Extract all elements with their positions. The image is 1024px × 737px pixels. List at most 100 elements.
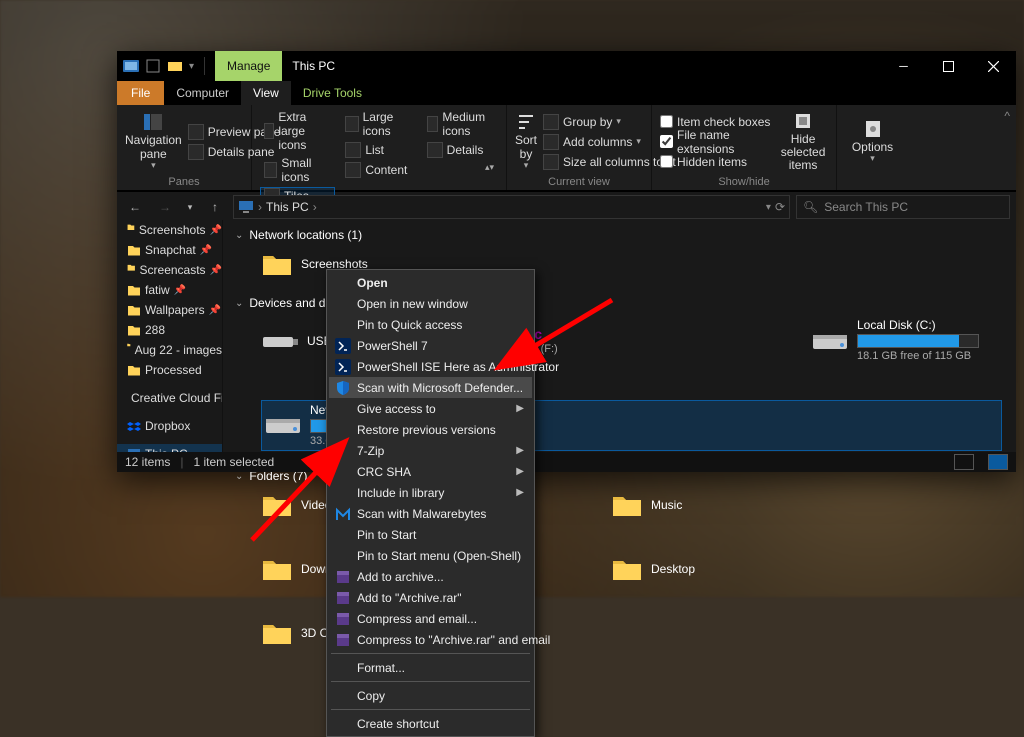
qat-new-folder-icon[interactable] (167, 58, 183, 74)
drive-icon (264, 411, 302, 439)
address-dropdown-icon[interactable]: ▾ (766, 202, 771, 213)
menu-item[interactable]: CRC SHA▶ (329, 461, 532, 482)
folder-icon (611, 491, 643, 519)
folder-icon (127, 303, 141, 317)
layout-extra-large[interactable]: Extra large icons (260, 109, 335, 153)
navigation-pane-button[interactable]: Navigation pane ▾ (125, 109, 182, 174)
hidden-items-toggle[interactable]: Hidden items (660, 153, 772, 171)
menu-item[interactable]: Add to "Archive.rar" (329, 587, 532, 608)
layout-small[interactable]: Small icons (260, 155, 335, 185)
layout-list[interactable]: List (341, 141, 416, 159)
chevron-down-icon: ⌄ (235, 471, 243, 482)
close-button[interactable] (971, 51, 1016, 81)
folder-icon (261, 250, 293, 278)
folder-icon (611, 555, 643, 583)
menu-item[interactable]: Restore previous versions (329, 419, 532, 440)
menu-item[interactable]: 7-Zip▶ (329, 440, 532, 461)
view-tiles-icon[interactable] (988, 454, 1008, 470)
menu-item[interactable]: Pin to Start menu (Open-Shell) (329, 545, 532, 566)
drive-icon (261, 327, 299, 355)
sortby-button[interactable]: Sort by▾ (515, 109, 537, 174)
address-bar[interactable]: › This PC › ▾ ⟳ (233, 195, 790, 219)
menu-item[interactable]: Open (329, 272, 532, 293)
menu-item[interactable]: Pin to Start (329, 524, 532, 545)
menu-label: Restore previous versions (357, 423, 496, 437)
menu-item[interactable]: PowerShell 7▶ (329, 335, 532, 356)
tree-label: Dropbox (145, 419, 190, 433)
menu-item[interactable]: Create shortcut (329, 713, 532, 734)
search-input[interactable]: 🔍︎ Search This PC (796, 195, 1010, 219)
context-tab: Manage (215, 51, 282, 81)
tree-node[interactable]: Dropbox (117, 416, 222, 436)
qat-properties-icon[interactable] (145, 58, 161, 74)
tree-label: Screencasts (140, 263, 206, 277)
menu-item[interactable]: Format... (329, 657, 532, 678)
tree-node[interactable]: Screenshots📌 (117, 220, 222, 240)
ribbon-tab-drivetools[interactable]: Drive Tools (291, 81, 374, 105)
view-details-icon[interactable] (954, 454, 974, 470)
folder-item[interactable]: Desktop (611, 555, 791, 583)
file-tab[interactable]: File (117, 81, 164, 105)
layout-details[interactable]: Details (423, 141, 498, 159)
tree-label: 288 (145, 323, 165, 337)
nav-tree[interactable]: Screenshots📌Snapchat📌Screencasts📌fatiw📌W… (117, 220, 223, 452)
menu-item[interactable]: Include in library▶ (329, 482, 532, 503)
minimize-button[interactable]: ─ (881, 51, 926, 81)
menu-label: Copy (357, 689, 385, 703)
qat-chevron-icon[interactable]: ▾ (189, 61, 194, 72)
menu-item[interactable]: Scan with Microsoft Defender... (329, 377, 532, 398)
menu-item[interactable]: Open in new window (329, 293, 532, 314)
menu-item[interactable]: Scan with Malwarebytes (329, 503, 532, 524)
mb-icon (335, 506, 351, 522)
breadcrumb[interactable]: This PC (266, 200, 309, 214)
hide-selected-button[interactable]: Hide selected items (778, 109, 828, 174)
menu-item[interactable]: PowerShell ISE Here as Administrator (329, 356, 532, 377)
tree-node[interactable]: 288 (117, 320, 222, 340)
pin-icon: 📌 (200, 245, 212, 256)
maximize-button[interactable] (926, 51, 971, 81)
menu-item[interactable]: Pin to Quick access (329, 314, 532, 335)
up-button[interactable]: ↑ (203, 195, 227, 219)
menu-item[interactable]: Compress to "Archive.rar" and email (329, 629, 532, 650)
submenu-arrow-icon: ▶ (516, 445, 524, 456)
menu-item[interactable]: Copy (329, 685, 532, 706)
back-button[interactable]: ← (123, 195, 147, 219)
recent-dropdown[interactable]: ▾ (183, 195, 197, 219)
item-label: Music (651, 498, 682, 512)
forward-button[interactable]: → (153, 195, 177, 219)
rar-icon (335, 590, 351, 606)
collapse-ribbon-icon[interactable]: ^ (1004, 109, 1010, 123)
menu-label: Include in library (357, 486, 444, 500)
tree-node[interactable]: fatiw📌 (117, 280, 222, 300)
menu-item[interactable]: Give access to▶ (329, 398, 532, 419)
menu-label: Open in new window (357, 297, 468, 311)
refresh-icon[interactable]: ⟳ (775, 200, 785, 214)
section-network[interactable]: ⌄Network locations (1) (223, 220, 1016, 246)
folder-icon (127, 343, 131, 357)
ribbon-tab-computer[interactable]: Computer (164, 81, 241, 105)
menu-label: Pin to Start (357, 528, 416, 542)
drive-item[interactable]: Local Disk (C:)18.1 GB free of 115 GB (811, 318, 991, 364)
layout-more[interactable]: ▴▾ (423, 161, 498, 174)
tree-node[interactable]: This PC (117, 444, 222, 452)
menu-item[interactable]: Compress and email... (329, 608, 532, 629)
menu-item[interactable]: Add to archive... (329, 566, 532, 587)
tree-node[interactable]: Processed (117, 360, 222, 380)
layout-medium[interactable]: Medium icons (423, 109, 498, 139)
tree-node[interactable]: Snapchat📌 (117, 240, 222, 260)
app-icon (123, 58, 139, 74)
tree-node[interactable]: Screencasts📌 (117, 260, 222, 280)
options-button[interactable]: Options▾ (845, 109, 900, 174)
menu-label: CRC SHA (357, 465, 411, 479)
file-ext-toggle[interactable]: File name extensions (660, 133, 772, 151)
tree-node[interactable]: Creative Cloud Fil (117, 388, 222, 408)
tree-node[interactable]: Aug 22 - images (117, 340, 222, 360)
layout-content[interactable]: Content (341, 161, 416, 179)
tree-node[interactable]: Wallpapers📌 (117, 300, 222, 320)
ribbon-tab-view[interactable]: View (241, 81, 291, 105)
chevron-down-icon: ⌄ (235, 230, 243, 241)
ribbon-tabs: File Computer View Drive Tools (117, 81, 1016, 105)
folder-item[interactable]: Music (611, 491, 791, 519)
item-label: Desktop (651, 562, 695, 576)
layout-large[interactable]: Large icons (341, 109, 416, 139)
